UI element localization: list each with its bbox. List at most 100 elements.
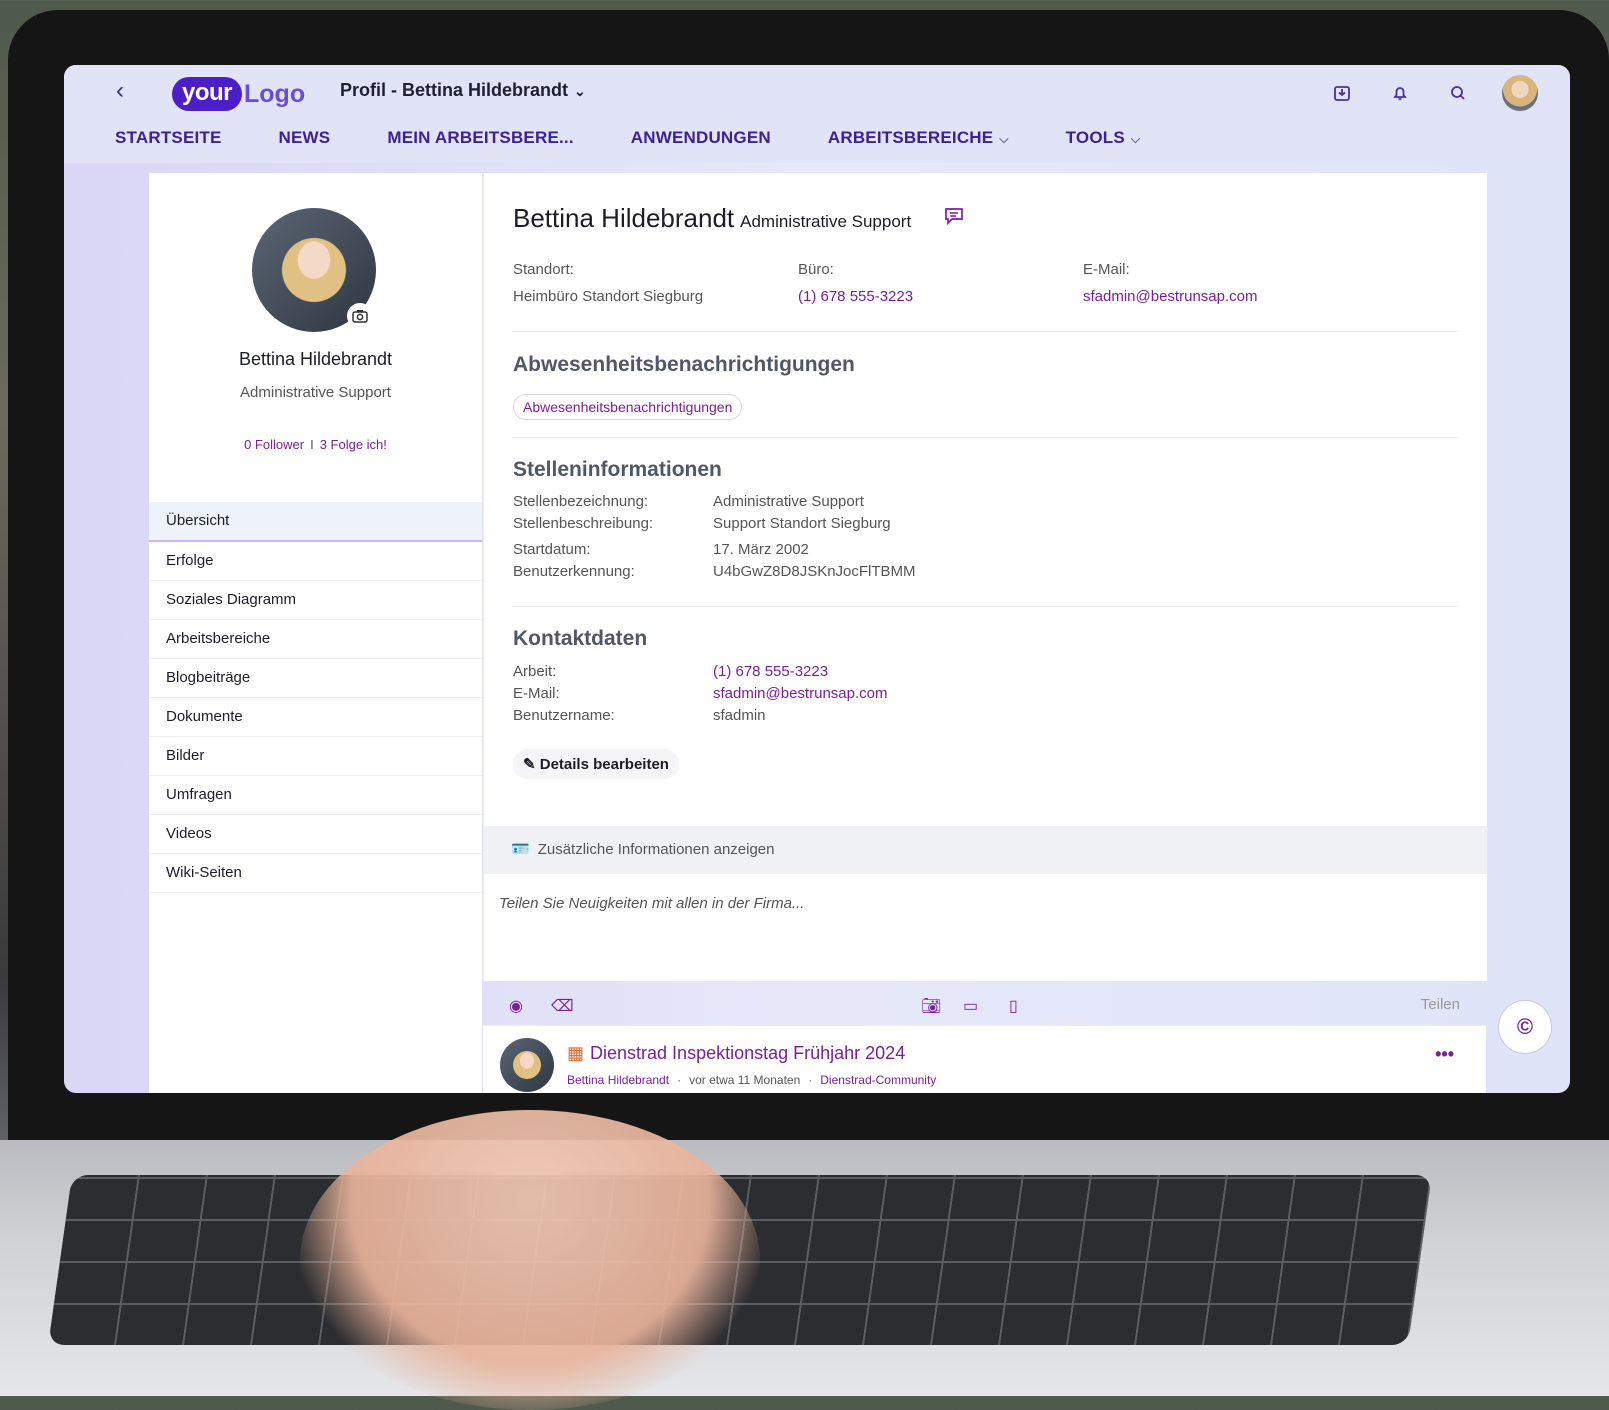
profile-menu-item-arbeitsbereiche[interactable]: Arbeitsbereiche	[149, 620, 482, 659]
contact-row-label: Arbeit:	[513, 663, 557, 680]
absence-heading: Abwesenheitsbenachrichtigungen	[513, 353, 855, 376]
more-info-label: Zusätzliche Informationen anzeigen	[537, 841, 775, 858]
profile-heading-name: Bettina Hildebrandt	[513, 203, 735, 233]
more-options-icon[interactable]: •••	[1435, 1044, 1454, 1065]
pencil-icon: ✎	[523, 756, 536, 773]
job-row-label: Benutzerkennung:	[513, 563, 635, 580]
followers-link[interactable]: 0 Follower	[244, 437, 304, 452]
feed-item: ▦ Dienstrad Inspektionstag Frühjahr 2024 …	[483, 1025, 1486, 1093]
username-value: sfadmin	[713, 707, 766, 724]
user-avatar[interactable]	[1502, 75, 1538, 111]
chat-icon[interactable]	[944, 207, 964, 230]
page-title-dropdown[interactable]: Profil - Bettina Hildebrandt ⌄	[340, 80, 586, 101]
location-label: Standort:	[513, 261, 574, 278]
bell-icon[interactable]	[1388, 81, 1412, 105]
following-link[interactable]: 3 Folge ich!	[320, 437, 387, 452]
job-row-value: Support Standort Siegburg	[713, 515, 891, 532]
chevron-down-icon: ⌄	[574, 83, 586, 99]
main-nav: STARTSEITE NEWS MEIN ARBEITSBERE... ANWE…	[115, 128, 1197, 148]
office-phone-link[interactable]: (1) 678 555-3223	[798, 288, 913, 305]
office-label: Büro:	[798, 261, 834, 278]
profile-menu-item-erfolge[interactable]: Erfolge	[149, 542, 482, 581]
camera-icon[interactable]	[347, 303, 373, 329]
office-field: Büro: (1) 678 555-3223	[798, 261, 913, 305]
feed-author-avatar[interactable]	[500, 1038, 554, 1092]
profile-name: Bettina Hildebrandt	[238, 349, 393, 369]
job-row-value: Administrative Support	[713, 493, 864, 510]
divider	[513, 606, 1458, 607]
feed-title[interactable]: ▦ Dienstrad Inspektionstag Frühjahr 2024	[567, 1043, 905, 1064]
feed-time: vor etwa 11 Monaten	[689, 1073, 801, 1087]
camera-icon[interactable]: 📷︎	[921, 996, 941, 1016]
contact-heading: Kontaktdaten	[513, 627, 648, 650]
top-bar: ‹ your Logo Profil - Bettina Hildebrandt…	[64, 65, 1570, 163]
share-input[interactable]: Teilen Sie Neuigkeiten mit allen in der …	[499, 895, 804, 912]
profile-main: Bettina Hildebrandt Administrative Suppor…	[483, 173, 1487, 981]
absence-chip[interactable]: Abwesenheitsbenachrichtigungen	[513, 394, 743, 420]
feed-title-text: Dienstrad Inspektionstag Frühjahr 2024	[590, 1043, 906, 1063]
profile-menu-item-uebersicht[interactable]: Übersicht	[149, 502, 482, 542]
logo-your: your	[172, 77, 243, 111]
follow-separator: I	[310, 437, 314, 452]
meta-dot: ·	[808, 1073, 813, 1087]
profile-menu-item-wiki-seiten[interactable]: Wiki-Seiten	[149, 854, 482, 893]
job-row-value: U4bGwZ8D8JSKnJocFlTBMM	[713, 563, 916, 580]
top-icons	[1296, 75, 1538, 111]
nav-item-anwendungen[interactable]: ANWENDUNGEN	[631, 128, 771, 148]
job-row-label: Stellenbezeichnung:	[513, 493, 649, 510]
screen: ‹ your Logo Profil - Bettina Hildebrandt…	[64, 65, 1570, 1093]
divider	[513, 437, 1458, 438]
email-link[interactable]: sfadmin@bestrunsap.com	[1083, 288, 1257, 305]
profile-menu-item-umfragen[interactable]: Umfragen	[149, 776, 482, 815]
more-info-toggle[interactable]: 🪪 Zusätzliche Informationen anzeigen	[484, 826, 1487, 874]
contact-email-link[interactable]: sfadmin@bestrunsap.com	[713, 685, 887, 702]
nav-item-arbeitsbereiche[interactable]: ARBEITSBEREICHE ⌵	[828, 128, 1009, 148]
job-row-value: 17. März 2002	[713, 541, 809, 558]
calendar-icon: ▦	[567, 1043, 585, 1063]
contact-row-label: Benutzername:	[513, 707, 615, 724]
profile-sidebar: Bettina Hildebrandt Administrative Suppo…	[149, 173, 482, 1093]
work-phone-link[interactable]: (1) 678 555-3223	[713, 663, 828, 680]
profile-menu-item-blogbeitraege[interactable]: Blogbeiträge	[149, 659, 482, 698]
edit-details-button[interactable]: ✎ Details bearbeiten	[513, 749, 679, 779]
mention-icon[interactable]: ◉	[509, 996, 523, 1016]
edit-details-label: Details bearbeiten	[539, 756, 669, 773]
profile-role: Administrative Support	[240, 384, 391, 401]
profile-menu-item-dokumente[interactable]: Dokumente	[149, 698, 482, 737]
nav-item-tools[interactable]: TOOLS ⌵	[1066, 128, 1141, 148]
copilot-button[interactable]: ©	[1498, 1000, 1552, 1054]
profile-heading-role: Administrative Support	[740, 212, 912, 231]
logo[interactable]: your Logo	[172, 74, 305, 114]
feed-community-link[interactable]: Dienstrad-Community	[820, 1073, 936, 1087]
document-icon[interactable]: ▯	[1009, 996, 1018, 1016]
feed-author-link[interactable]: Bettina Hildebrandt	[567, 1073, 669, 1087]
email-label: E-Mail:	[1083, 261, 1130, 278]
share-button[interactable]: Teilen	[1421, 996, 1460, 1013]
follow-stats: 0 Follower I 3 Folge ich!	[149, 437, 482, 452]
back-button[interactable]: ‹	[116, 77, 124, 105]
inbox-download-icon[interactable]	[1330, 81, 1354, 105]
profile-menu-item-soziales-diagramm[interactable]: Soziales Diagramm	[149, 581, 482, 620]
video-icon[interactable]: ▭	[963, 996, 978, 1016]
nav-item-news[interactable]: NEWS	[279, 128, 331, 148]
nav-item-startseite[interactable]: STARTSEITE	[115, 128, 222, 148]
search-icon[interactable]	[1446, 81, 1470, 105]
hand	[300, 1110, 760, 1410]
id-card-icon: 🪪	[511, 841, 530, 858]
job-heading: Stelleninformationen	[513, 458, 722, 481]
profile-menu: Übersicht Erfolge Soziales Diagramm Arbe…	[149, 502, 482, 893]
divider	[513, 331, 1458, 332]
meta-dot: ·	[677, 1073, 682, 1087]
chevron-down-icon: ⌵	[999, 132, 1009, 146]
location-field: Standort: Heimbüro Standort Siegburg	[513, 261, 703, 305]
page-title: Profil - Bettina Hildebrandt	[340, 80, 569, 100]
profile-menu-item-bilder[interactable]: Bilder	[149, 737, 482, 776]
location-value: Heimbüro Standort Siegburg	[513, 288, 704, 305]
logo-text: Logo	[244, 79, 306, 108]
tag-icon[interactable]: ⌫	[551, 996, 574, 1016]
nav-item-mein-arbeitsbereich[interactable]: MEIN ARBEITSBERE...	[387, 128, 573, 148]
profile-menu-item-videos[interactable]: Videos	[149, 815, 482, 854]
contact-row-label: E-Mail:	[513, 685, 560, 702]
profile-heading: Bettina Hildebrandt Administrative Suppor…	[513, 203, 911, 234]
email-field: E-Mail: sfadmin@bestrunsap.com	[1083, 261, 1257, 305]
